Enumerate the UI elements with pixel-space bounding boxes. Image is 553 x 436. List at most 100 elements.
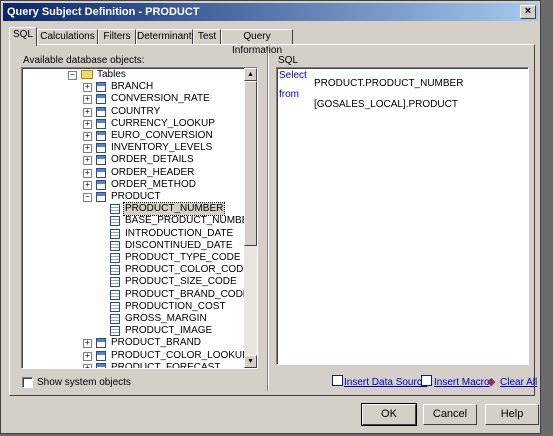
table-item[interactable]: + ORDER_HEADER xyxy=(22,167,242,179)
table-icon xyxy=(96,362,106,368)
help-button[interactable]: Help xyxy=(485,404,539,425)
folder-item[interactable]: − Tables xyxy=(22,69,242,81)
table-item[interactable]: + PRODUCT_BRAND xyxy=(22,337,242,349)
table-item[interactable]: + BRANCH xyxy=(22,81,242,93)
column-item[interactable]: DISCONTINUED_DATE xyxy=(22,240,242,252)
column-icon xyxy=(110,301,120,312)
collapse-icon[interactable]: − xyxy=(83,193,92,202)
column-item[interactable]: GROSS_MARGIN xyxy=(22,313,242,325)
table-item[interactable]: + EURO_CONVERSION xyxy=(22,130,242,142)
column-item[interactable]: PRODUCT_IMAGE xyxy=(22,325,242,337)
expand-icon[interactable]: + xyxy=(83,107,92,117)
expand-icon[interactable]: + xyxy=(83,144,92,154)
ok-button[interactable]: OK xyxy=(361,403,417,426)
column-icon xyxy=(110,326,120,337)
show-system-objects-label: Show system objects xyxy=(37,377,131,388)
expand-icon[interactable]: + xyxy=(83,180,92,190)
tree-item-label: BRANCH xyxy=(111,81,154,93)
column-item[interactable]: BASE_PRODUCT_NUMBER xyxy=(22,215,256,227)
insert-data-source-link[interactable]: Insert Data Source xyxy=(344,377,427,388)
column-item[interactable]: PRODUCT_NUMBER xyxy=(22,202,242,217)
tree-item-label: PRODUCT_FORECAST xyxy=(111,361,221,369)
cancel-button[interactable]: Cancel xyxy=(423,404,477,425)
column-item[interactable]: INTRODUCTION_DATE xyxy=(22,228,242,240)
expand-icon[interactable]: + xyxy=(83,168,92,178)
database-objects-tree[interactable]: − Tables + BRANCH + CONVERSION_RATE + COUNTRY + C… xyxy=(21,67,258,369)
table-icon xyxy=(96,155,106,166)
table-item[interactable]: − PRODUCT xyxy=(22,191,242,203)
tab-label: SQL xyxy=(12,29,33,40)
tab-test[interactable]: Test xyxy=(193,29,221,45)
tab-sql[interactable]: SQL xyxy=(9,27,37,46)
table-item[interactable]: + CURRENCY_LOOKUP xyxy=(22,118,242,130)
expand-icon[interactable]: + xyxy=(83,339,92,349)
column-item[interactable]: PRODUCTION_COST xyxy=(22,301,242,313)
expand-icon[interactable]: + xyxy=(83,156,92,166)
tab-query-information[interactable]: Query Information xyxy=(221,29,293,56)
table-item[interactable]: + COUNTRY xyxy=(22,106,242,118)
tree-item-label: PRODUCT_NUMBER xyxy=(122,202,226,217)
dialog-window: Query Subject Definition - PRODUCT × SQL… xyxy=(0,0,541,434)
table-item[interactable]: + CONVERSION_RATE xyxy=(22,93,242,105)
expand-icon[interactable]: + xyxy=(83,95,92,105)
expand-icon[interactable]: + xyxy=(83,363,92,368)
tree-item-label: DISCONTINUED_DATE xyxy=(125,239,233,251)
sql-label: SQL xyxy=(278,55,299,66)
title-bar: Query Subject Definition - PRODUCT × xyxy=(3,3,538,21)
expand-icon[interactable]: + xyxy=(83,132,92,141)
folder-icon xyxy=(81,70,93,79)
table-icon xyxy=(96,94,106,105)
table-item[interactable]: + ORDER_DETAILS xyxy=(22,154,242,166)
tree-item-label: CONVERSION_RATE xyxy=(111,93,210,105)
table-icon xyxy=(96,143,106,154)
tab-filters[interactable]: Filters xyxy=(98,29,136,45)
scroll-up-icon[interactable]: ▲ xyxy=(244,68,257,81)
column-icon xyxy=(110,204,120,215)
expand-icon[interactable]: + xyxy=(83,83,92,93)
collapse-icon[interactable]: − xyxy=(68,71,77,80)
column-icon xyxy=(110,265,120,276)
table-item[interactable]: + PRODUCT_FORECAST xyxy=(22,361,242,369)
tree-item-label: PRODUCT_SIZE_CODE xyxy=(125,276,237,288)
insert-macro-icon[interactable] xyxy=(421,375,432,386)
insert-macro-link[interactable]: Insert Macro xyxy=(434,377,490,388)
tab-label: Calculations xyxy=(40,31,95,42)
insert-data-source-icon[interactable] xyxy=(332,375,343,386)
column-icon xyxy=(110,289,120,300)
tree-item-label: INTRODUCTION_DATE xyxy=(125,227,234,239)
tree-item-label: PRODUCT_TYPE_CODE xyxy=(125,252,241,263)
expand-icon[interactable]: + xyxy=(83,351,92,361)
tree-item-label: GROSS_MARGIN xyxy=(125,313,207,324)
table-item[interactable]: + PRODUCT_COLOR_LOOKUP xyxy=(22,350,249,362)
sql-select-value: PRODUCT.PRODUCT_NUMBER xyxy=(314,78,464,89)
tree-item-label: ORDER_HEADER xyxy=(111,166,195,178)
column-item[interactable]: PRODUCT_COLOR_CODE xyxy=(22,264,250,276)
show-system-objects-checkbox[interactable] xyxy=(22,377,33,388)
clear-all-link[interactable]: Clear All xyxy=(500,377,537,388)
tree-item-label: PRODUCT_COLOR_CODE xyxy=(125,264,251,276)
window-title: Query Subject Definition - PRODUCT xyxy=(7,6,200,18)
tab-determinants[interactable]: Determinants xyxy=(136,29,196,45)
sql-select-keyword: Select xyxy=(279,70,307,81)
close-icon[interactable]: × xyxy=(520,5,536,19)
column-item[interactable]: PRODUCT_BRAND_CODE xyxy=(22,289,249,301)
table-item[interactable]: + INVENTORY_LEVELS xyxy=(22,142,242,154)
expand-icon[interactable]: + xyxy=(83,119,92,129)
table-icon xyxy=(96,338,106,349)
column-icon xyxy=(110,314,120,324)
table-icon xyxy=(96,192,106,202)
panel-divider xyxy=(267,51,269,391)
sql-editor[interactable]: Select PRODUCT.PRODUCT_NUMBER from [GOSA… xyxy=(276,67,529,365)
table-icon xyxy=(96,131,106,141)
column-icon xyxy=(110,240,120,251)
eraser-icon[interactable]: ◆ xyxy=(487,375,495,388)
table-item[interactable]: + ORDER_METHOD xyxy=(22,179,242,191)
tab-calculations[interactable]: Calculations xyxy=(37,29,98,45)
column-item[interactable]: PRODUCT_SIZE_CODE xyxy=(22,276,242,288)
table-icon xyxy=(96,179,106,190)
scroll-down-icon[interactable]: ▼ xyxy=(244,355,257,368)
table-icon xyxy=(96,350,106,361)
scroll-thumb[interactable] xyxy=(244,81,257,246)
column-item[interactable]: PRODUCT_TYPE_CODE xyxy=(22,252,242,264)
tree-scrollbar[interactable]: ▲ ▼ xyxy=(244,68,257,368)
